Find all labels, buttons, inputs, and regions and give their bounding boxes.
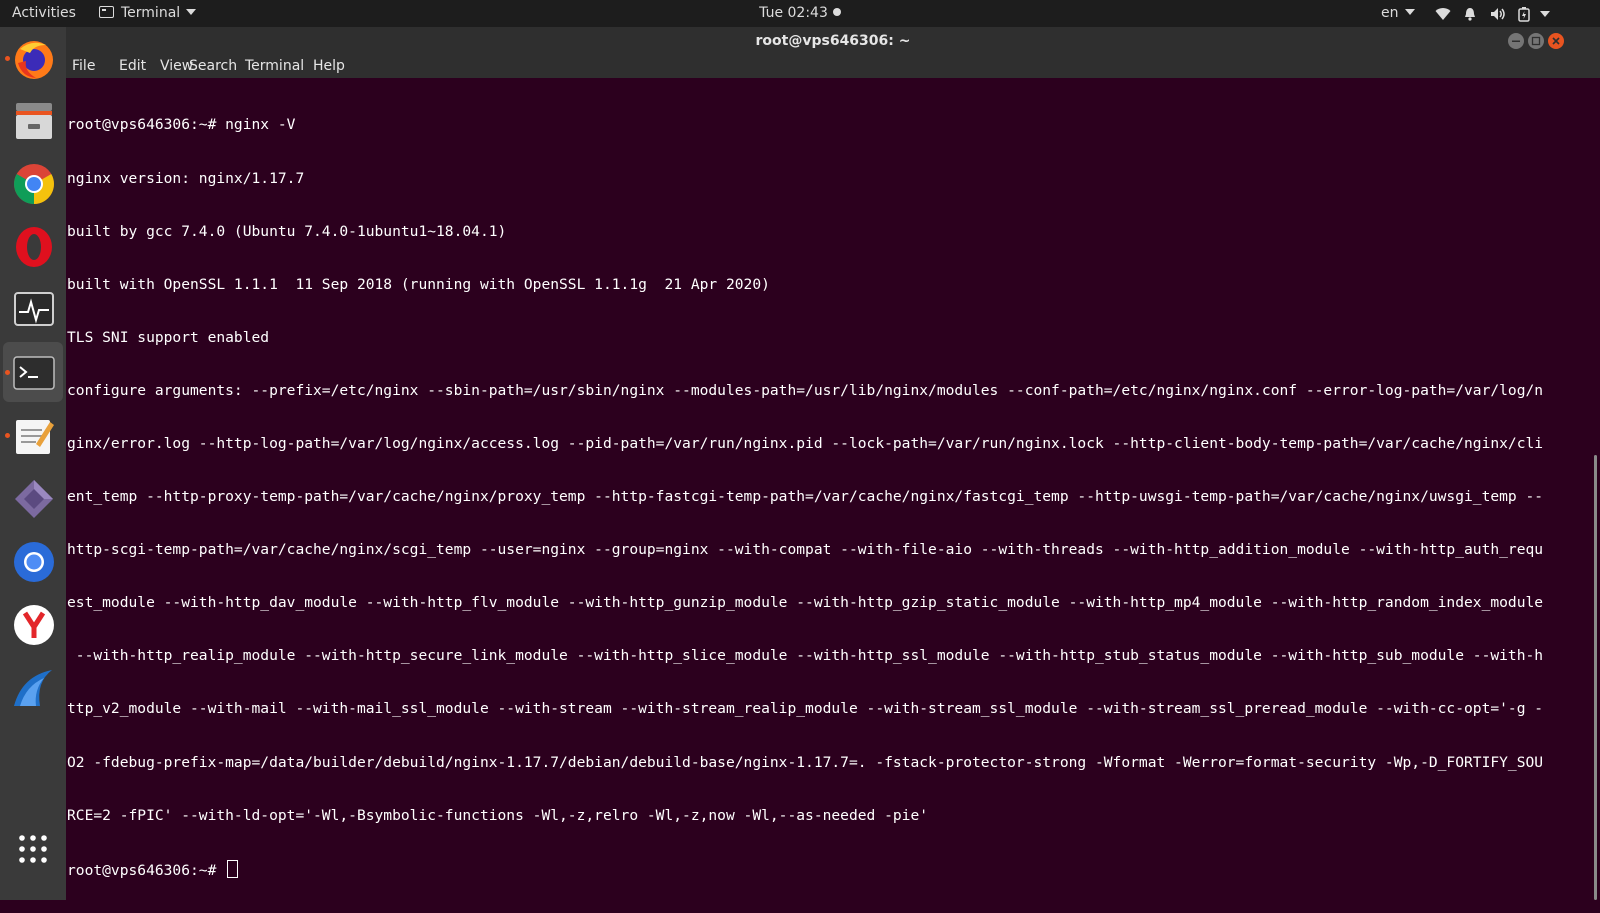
wifi-icon [1435, 8, 1451, 20]
dock-chromium[interactable] [3, 531, 63, 591]
dock-files[interactable] [3, 90, 63, 150]
terminal-line: RCE=2 -fPIC' --with-ld-opt='-Wl,-Bsymbol… [67, 806, 929, 824]
dock [0, 27, 66, 900]
terminal-line: O2 -fdebug-prefix-map=/data/builder/debu… [67, 753, 1544, 771]
prompt-line: root@vps646306:~# [67, 859, 1562, 879]
text-editor-icon [16, 420, 54, 454]
menu-file[interactable]: File [72, 55, 95, 78]
system-monitor-icon [14, 292, 54, 326]
terminal-line: built by gcc 7.4.0 (Ubuntu 7.4.0-1ubuntu… [67, 222, 507, 240]
terminal-icon [13, 356, 55, 390]
terminal-line: http-scgi-temp-path=/var/cache/nginx/scg… [67, 541, 1544, 559]
terminal-output: root@vps646306:~# nginx -V nginx version… [67, 81, 1562, 913]
minimize-button[interactable] [1508, 33, 1524, 49]
app-menu-label: Terminal [121, 5, 181, 21]
terminal-line: --with-http_realip_module --with-http_se… [67, 647, 1544, 665]
app-menu[interactable]: Terminal [99, 0, 197, 27]
yandex-browser-icon [14, 605, 54, 645]
dock-yandex-browser[interactable] [3, 594, 63, 654]
clock-text: Tue 02:43 [759, 5, 828, 21]
system-menu-caret-icon [1540, 11, 1550, 17]
chevron-down-icon [186, 9, 197, 15]
dock-opera[interactable] [3, 216, 63, 276]
close-button[interactable] [1548, 33, 1564, 49]
dock-text-editor[interactable] [3, 405, 63, 465]
clock-button[interactable]: Tue 02:43 [759, 5, 841, 21]
maximize-button[interactable] [1528, 33, 1544, 49]
dock-terminal[interactable] [3, 342, 63, 402]
language-label: en [1381, 5, 1399, 21]
terminal-icon [99, 6, 114, 18]
dock-firefox[interactable] [3, 28, 63, 88]
notification-dot-icon [832, 8, 841, 16]
menu-search[interactable]: Search [189, 55, 237, 78]
dock-system-monitor[interactable] [3, 279, 63, 339]
terminal-area[interactable]: root@vps646306:~# nginx -V nginx version… [66, 78, 1600, 900]
menu-edit[interactable]: Edit [119, 55, 146, 78]
language-selector[interactable]: en [1381, 0, 1415, 27]
running-indicator [5, 433, 10, 438]
terminal-line: ginx/error.log --http-log-path=/var/log/… [67, 434, 1544, 452]
battery-icon [1518, 7, 1530, 22]
show-applications-button[interactable] [3, 819, 63, 879]
terminal-line: built with OpenSSL 1.1.1 11 Sep 2018 (ru… [67, 275, 770, 293]
running-indicator [5, 56, 10, 61]
notification-bell-icon [1465, 8, 1475, 21]
dock-google-chrome[interactable] [3, 153, 63, 213]
prompt: root@vps646306:~# [67, 861, 226, 879]
diamond-app-icon [15, 480, 53, 518]
chrome-icon [14, 164, 54, 204]
terminal-line: configure arguments: --prefix=/etc/nginx… [67, 381, 1544, 399]
top-bar: Activities Terminal Tue 02:43 en [0, 0, 1600, 27]
dock-diamond-app[interactable] [3, 468, 63, 528]
terminal-line: ent_temp --http-proxy-temp-path=/var/cac… [67, 488, 1544, 506]
dock-wireshark[interactable] [3, 657, 63, 717]
chromium-icon [14, 542, 54, 582]
opera-icon [16, 227, 52, 267]
close-icon [1552, 37, 1560, 45]
wireshark-icon [14, 670, 52, 706]
running-indicator [5, 370, 10, 375]
window-title: root@vps646306: ~ [755, 33, 911, 49]
menu-terminal[interactable]: Terminal [245, 55, 304, 78]
terminal-line: ttp_v2_module --with-mail --with-mail_ss… [67, 700, 1544, 718]
terminal-line: nginx version: nginx/1.17.7 [67, 169, 305, 187]
terminal-line: root@vps646306:~# nginx -V [67, 116, 296, 134]
chevron-down-icon [1404, 9, 1415, 15]
text-cursor [227, 859, 239, 878]
files-icon [16, 103, 52, 139]
maximize-icon [1531, 36, 1541, 46]
clock-area: Tue 02:43 [0, 0, 1600, 27]
scrollbar[interactable] [1594, 455, 1597, 900]
terminal-line: est_module --with-http_dav_module --with… [67, 594, 1544, 612]
grid-icon [19, 835, 47, 863]
menu-help[interactable]: Help [313, 55, 345, 78]
activities-button[interactable]: Activities [12, 0, 76, 27]
menu-bar: File Edit View Search Terminal Help [66, 55, 1600, 78]
firefox-icon [15, 41, 53, 79]
volume-icon [1491, 8, 1505, 20]
window-titlebar[interactable]: root@vps646306: ~ [66, 27, 1600, 55]
terminal-line: TLS SNI support enabled [67, 328, 270, 346]
minimize-icon [1512, 40, 1520, 42]
